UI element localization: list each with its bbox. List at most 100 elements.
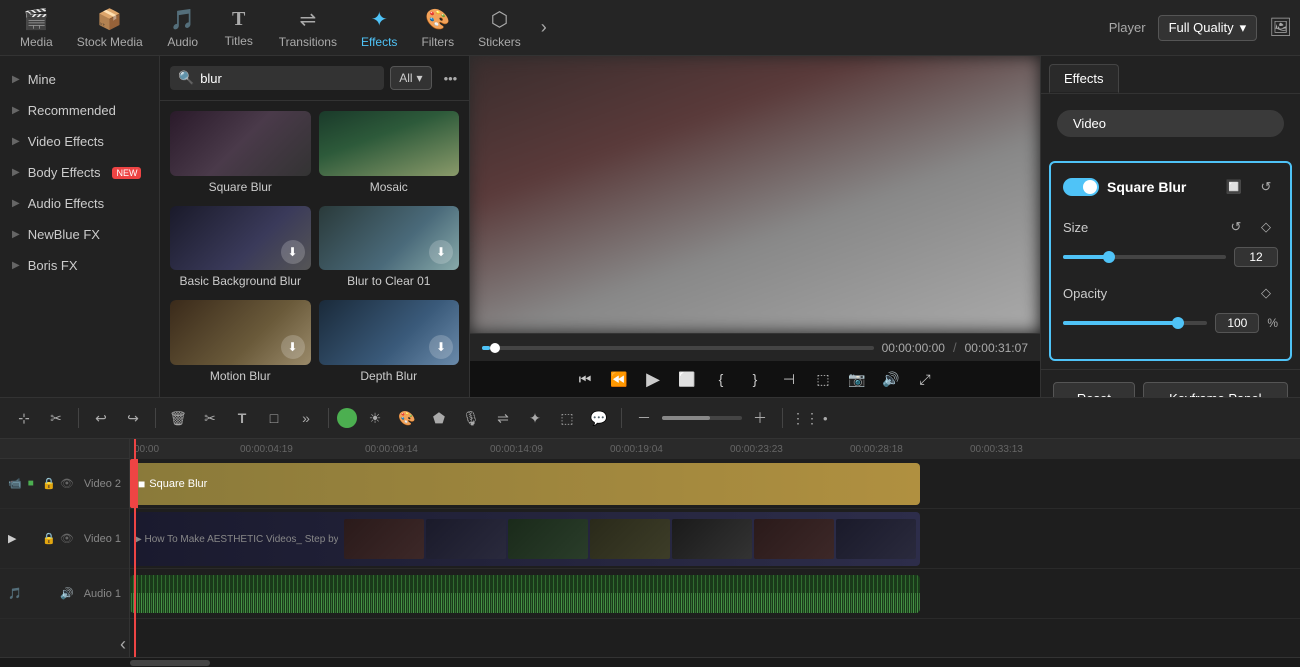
stop-button[interactable]: ⬜ (673, 365, 701, 393)
speed-button[interactable]: » (292, 404, 320, 432)
reset-effect-icon[interactable]: ↺ (1254, 175, 1278, 199)
effect-item-basic-bg-blur[interactable]: ⬇ Basic Background Blur (170, 206, 311, 293)
sidebar-item-boris-fx[interactable]: ▶ Boris FX (0, 250, 159, 281)
progress-bar[interactable] (482, 346, 874, 350)
trim-tool-button[interactable]: ✂ (42, 404, 70, 432)
nav-item-transitions[interactable]: ⇌ Transitions (267, 3, 349, 53)
zoom-out-button[interactable]: － (630, 404, 658, 432)
progress-thumb[interactable] (490, 343, 500, 353)
size-slider-track[interactable] (1063, 255, 1226, 259)
filter-dropdown[interactable]: All ▾ (390, 66, 431, 90)
quality-select[interactable]: Full Quality ▾ (1158, 15, 1258, 41)
keyframe-panel-button[interactable]: Keyframe Panel (1143, 382, 1288, 397)
reset-size-icon[interactable]: ↺ (1224, 215, 1248, 239)
gallery-icon[interactable]: 🖼 (1269, 17, 1292, 38)
crop-button[interactable]: □ (260, 404, 288, 432)
titles-icon: T (232, 8, 245, 31)
nav-item-filters[interactable]: 🎨 Filters (409, 3, 466, 53)
video-clip-main[interactable]: ▶ How To Make AESTHETIC Videos_ Step by … (130, 512, 920, 566)
effect-item-depth-blur[interactable]: ⬇ Depth Blur (319, 300, 460, 387)
go-to-start-button[interactable]: ⏮ (571, 365, 599, 393)
tab-video[interactable]: Video (1057, 110, 1284, 137)
ruler-mark-6: 00:00:28:18 (850, 444, 903, 455)
scrollbar-thumb[interactable] (130, 660, 210, 666)
nav-item-media[interactable]: 🎬 Media (8, 3, 65, 53)
nav-more-button[interactable]: › (533, 9, 555, 46)
timeline-scrollbar[interactable] (0, 657, 1300, 667)
snap-button[interactable]: ☀ (361, 404, 389, 432)
play-button[interactable]: ▶ (639, 365, 667, 393)
sidebar-item-audio-effects[interactable]: ▶ Audio Effects (0, 188, 159, 219)
mic-button[interactable]: 🎙 (457, 404, 485, 432)
pip-button[interactable]: ⬚ (553, 404, 581, 432)
effect-item-motion-blur[interactable]: ⬇ Motion Blur (170, 300, 311, 387)
undo-button[interactable]: ↩ (87, 404, 115, 432)
ruler-mark-3: 00:00:14:09 (490, 444, 543, 455)
track2-lock-icon[interactable]: 🔒 (42, 477, 56, 490)
more-options-button[interactable]: ••• (438, 69, 464, 88)
opacity-value-input[interactable] (1215, 313, 1259, 333)
effect-item-square-blur[interactable]: Square Blur (170, 111, 311, 198)
filters-icon: 🎨 (425, 7, 450, 32)
download-icon[interactable]: ⬇ (281, 240, 305, 264)
size-slider-thumb[interactable] (1103, 251, 1115, 263)
keyframe-size-icon[interactable]: ◇ (1254, 215, 1278, 239)
render-button[interactable]: ⬚ (809, 365, 837, 393)
color-button[interactable]: 🎨 (393, 404, 421, 432)
record-button[interactable] (337, 408, 357, 428)
track1-lock-icon[interactable]: 🔒 (42, 532, 56, 545)
sidebar-label-boris-fx: Boris FX (28, 258, 78, 273)
zoom-in-button[interactable]: ＋ (746, 404, 774, 432)
playhead[interactable] (134, 439, 136, 459)
audio-button[interactable]: 🔊 (877, 365, 905, 393)
transition-quick-button[interactable]: ⇌ (489, 404, 517, 432)
ai-button[interactable]: ✦ (521, 404, 549, 432)
mark-out-button[interactable]: } (741, 365, 769, 393)
keyframe-opacity-icon[interactable]: ◇ (1254, 281, 1278, 305)
effect-clip-square-blur[interactable]: ■ Square Blur (130, 463, 920, 505)
download-icon[interactable]: ⬇ (281, 335, 305, 359)
tab-effects[interactable]: Effects (1049, 64, 1119, 93)
nav-item-stickers[interactable]: ⬡ Stickers (466, 3, 533, 53)
effect-item-blur-to-clear[interactable]: ⬇ Blur to Clear 01 (319, 206, 460, 293)
fullscreen-button[interactable]: ⤢ (911, 365, 939, 393)
track2-eye-icon[interactable]: 👁 (60, 477, 74, 490)
sidebar-item-body-effects[interactable]: ▶ Body Effects NEW (0, 157, 159, 188)
track1-eye-icon[interactable]: 👁 (60, 532, 74, 545)
redo-button[interactable]: ↪ (119, 404, 147, 432)
preview-area: 00:00:00:00 / 00:00:31:07 ⏮ ⏪ ▶ ⬜ { } ⊣ … (470, 56, 1040, 397)
download-icon[interactable]: ⬇ (429, 335, 453, 359)
sidebar-item-mine[interactable]: ▶ Mine (0, 64, 159, 95)
subtitle-button[interactable]: 💬 (585, 404, 613, 432)
sidebar-item-newblue-fx[interactable]: ▶ NewBlue FX (0, 219, 159, 250)
step-back-button[interactable]: ⏪ (605, 365, 633, 393)
delete-button[interactable]: 🗑 (164, 404, 192, 432)
effect-item-mosaic[interactable]: Mosaic (319, 111, 460, 198)
download-icon[interactable]: ⬇ (429, 240, 453, 264)
reset-button[interactable]: Reset (1053, 382, 1135, 397)
track-audio-vol-icon[interactable]: 🔊 (60, 587, 74, 600)
snapshot-button[interactable]: 📷 (843, 365, 871, 393)
nav-item-titles[interactable]: T Titles (211, 4, 267, 52)
nav-item-audio[interactable]: 🎵 Audio (155, 3, 211, 53)
search-input[interactable] (200, 71, 376, 86)
audio-clip-main[interactable] (130, 575, 920, 613)
select-tool-button[interactable]: ⊹ (10, 404, 38, 432)
text-button[interactable]: T (228, 404, 256, 432)
effect-toggle[interactable] (1063, 178, 1099, 196)
mark-in-button[interactable]: { (707, 365, 735, 393)
nav-item-effects[interactable]: ✦ Effects (349, 3, 409, 53)
split-button[interactable]: ⊣ (775, 365, 803, 393)
size-value-input[interactable] (1234, 247, 1278, 267)
sidebar-item-recommended[interactable]: ▶ Recommended (0, 95, 159, 126)
zoom-slider[interactable] (662, 416, 742, 420)
opacity-slider-thumb[interactable] (1172, 317, 1184, 329)
mask-button[interactable]: ⬟ (425, 404, 453, 432)
more-options-button[interactable]: • (823, 411, 828, 426)
opacity-slider-track[interactable] (1063, 321, 1207, 325)
cut-button[interactable]: ✂ (196, 404, 224, 432)
grid-view-button[interactable]: ⋮⋮ (791, 404, 819, 432)
nav-item-stock-media[interactable]: 📦 Stock Media (65, 3, 155, 53)
sidebar-item-video-effects[interactable]: ▶ Video Effects (0, 126, 159, 157)
customize-icon[interactable]: 🔲 (1222, 175, 1246, 199)
